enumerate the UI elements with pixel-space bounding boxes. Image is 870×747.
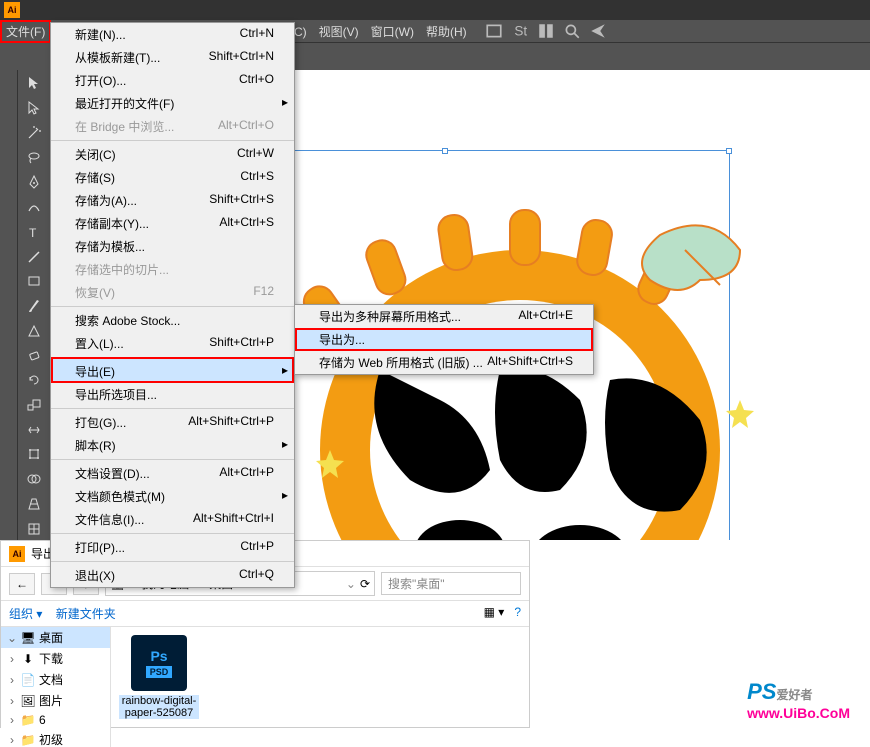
- export-submenu: 导出为多种屏幕所用格式...Alt+Ctrl+E导出为...存储为 Web 所用…: [294, 304, 594, 375]
- menu-bar-icons: St: [485, 22, 607, 40]
- menu-item-O[interactable]: 打开(O)...Ctrl+O: [51, 69, 294, 92]
- dialog-app-icon: Ai: [9, 546, 25, 562]
- app-logo-icon: Ai: [4, 2, 20, 18]
- svg-text:T: T: [29, 226, 37, 240]
- scale-tool-icon[interactable]: [21, 394, 47, 417]
- sidebar-item-下载[interactable]: ›⬇下载: [1, 648, 110, 669]
- lasso-tool-icon[interactable]: [21, 146, 47, 169]
- menu-view[interactable]: 视图(V): [313, 20, 365, 43]
- menu-help[interactable]: 帮助(H): [420, 20, 473, 43]
- menu-item-S[interactable]: 存储(S)Ctrl+S: [51, 166, 294, 189]
- dialog-sidebar: ⌄🖥桌面›⬇下载›📄文档›🖼图片›📁6›📁初级: [1, 627, 111, 747]
- free-transform-tool-icon[interactable]: [21, 443, 47, 466]
- magic-wand-tool-icon[interactable]: [21, 121, 47, 144]
- sidebar-item-初级[interactable]: ›📁初级: [1, 729, 110, 747]
- menu-item-[interactable]: 存储为模板...: [51, 235, 294, 258]
- brush-tool-icon[interactable]: [21, 295, 47, 318]
- menu-item-D[interactable]: 文档设置(D)...Alt+Ctrl+P: [51, 459, 294, 485]
- search-icon[interactable]: [563, 22, 581, 40]
- dialog-search-input[interactable]: 搜索"桌面": [381, 572, 521, 595]
- organize-button[interactable]: 组织 ▾: [9, 607, 42, 621]
- sidebar-item-文档[interactable]: ›📄文档: [1, 669, 110, 690]
- watermark: PS爱好者 www.UiBo.CoM: [747, 679, 850, 723]
- eraser-tool-icon[interactable]: [21, 344, 47, 367]
- dialog-subbar: 组织 ▾ 新建文件夹 ▦ ▾ ?: [1, 601, 529, 627]
- submenu-item-Web[interactable]: 存储为 Web 所用格式 (旧版) ...Alt+Shift+Ctrl+S: [295, 351, 593, 374]
- stock-icon[interactable]: St: [511, 22, 529, 40]
- menu-item-V: 恢复(V)F12: [51, 281, 294, 304]
- menu-item-N[interactable]: 新建(N)...Ctrl+N: [51, 23, 294, 46]
- width-tool-icon[interactable]: [21, 418, 47, 441]
- submenu-item-[interactable]: 导出为...: [295, 328, 593, 351]
- menu-item-[interactable]: 导出所选项目...: [51, 383, 294, 406]
- rectangle-tool-icon[interactable]: [21, 270, 47, 293]
- svg-text:St: St: [514, 24, 527, 39]
- file-item[interactable]: Ps PSD rainbow-digital-paper-525087: [119, 635, 199, 739]
- submenu-item-[interactable]: 导出为多种屏幕所用格式...Alt+Ctrl+E: [295, 305, 593, 328]
- dialog-body: ⌄🖥桌面›⬇下载›📄文档›🖼图片›📁6›📁初级 Ps PSD rainbow-d…: [1, 627, 529, 747]
- refresh-icon[interactable]: ⟳: [360, 577, 370, 591]
- line-tool-icon[interactable]: [21, 245, 47, 268]
- shape-builder-tool-icon[interactable]: [21, 468, 47, 491]
- menu-item-: 存储选中的切片...: [51, 258, 294, 281]
- menu-item-F[interactable]: 最近打开的文件(F)▸: [51, 92, 294, 115]
- menu-file[interactable]: 文件(F): [0, 20, 51, 43]
- arrange-icon[interactable]: [537, 22, 555, 40]
- sidebar-item-桌面[interactable]: ⌄🖥桌面: [1, 627, 110, 648]
- menu-item-M[interactable]: 文档颜色模式(M)▸: [51, 485, 294, 508]
- sidebar-item-图片[interactable]: ›🖼图片: [1, 690, 110, 711]
- curvature-tool-icon[interactable]: [21, 196, 47, 219]
- direct-select-tool-icon[interactable]: [21, 97, 47, 120]
- menu-item-A[interactable]: 存储为(A)...Shift+Ctrl+S: [51, 189, 294, 212]
- sidebar-item-6[interactable]: ›📁6: [1, 711, 110, 729]
- tool-panel: T: [18, 70, 50, 540]
- shaper-tool-icon[interactable]: [21, 319, 47, 342]
- menu-item-C[interactable]: 关闭(C)Ctrl+W: [51, 140, 294, 166]
- menu-item-T[interactable]: 从模板新建(T)...Shift+Ctrl+N: [51, 46, 294, 69]
- dialog-file-list[interactable]: Ps PSD rainbow-digital-paper-525087: [111, 627, 529, 747]
- selection-tool-icon[interactable]: [21, 72, 47, 95]
- file-name-label: rainbow-digital-paper-525087: [119, 695, 199, 719]
- psd-file-icon: Ps PSD: [131, 635, 187, 691]
- menu-item-Bridge: 在 Bridge 中浏览...Alt+Ctrl+O: [51, 115, 294, 138]
- pen-tool-icon[interactable]: [21, 171, 47, 194]
- menu-item-P[interactable]: 打印(P)...Ctrl+P: [51, 533, 294, 559]
- app-title-bar: Ai: [0, 0, 870, 20]
- menu-item-AdobeStock[interactable]: 搜索 Adobe Stock...: [51, 306, 294, 332]
- tool-collapse-strip[interactable]: [0, 70, 18, 540]
- file-menu-dropdown: 新建(N)...Ctrl+N从模板新建(T)...Shift+Ctrl+N打开(…: [50, 22, 295, 588]
- menu-item-Y[interactable]: 存储副本(Y)...Alt+Ctrl+S: [51, 212, 294, 235]
- menu-item-G[interactable]: 打包(G)...Alt+Shift+Ctrl+P: [51, 408, 294, 434]
- chevron-down-icon[interactable]: ⌄: [346, 577, 356, 591]
- type-tool-icon[interactable]: T: [21, 220, 47, 243]
- view-mode-icon[interactable]: ▦ ▾: [484, 605, 505, 619]
- send-icon[interactable]: [589, 22, 607, 40]
- menu-item-X[interactable]: 退出(X)Ctrl+Q: [51, 561, 294, 587]
- mesh-tool-icon[interactable]: [21, 517, 47, 540]
- menu-item-L[interactable]: 置入(L)...Shift+Ctrl+P: [51, 332, 294, 355]
- help-icon[interactable]: ?: [514, 605, 521, 619]
- nav-back-button[interactable]: ←: [9, 573, 35, 595]
- rotate-tool-icon[interactable]: [21, 369, 47, 392]
- bridge-icon[interactable]: [485, 22, 503, 40]
- new-folder-button[interactable]: 新建文件夹: [56, 607, 116, 621]
- menu-window[interactable]: 窗口(W): [365, 20, 420, 43]
- menu-item-R[interactable]: 脚本(R)▸: [51, 434, 294, 457]
- perspective-tool-icon[interactable]: [21, 492, 47, 515]
- menu-item-I[interactable]: 文件信息(I)...Alt+Shift+Ctrl+I: [51, 508, 294, 531]
- menu-item-E[interactable]: 导出(E)▸: [51, 357, 294, 383]
